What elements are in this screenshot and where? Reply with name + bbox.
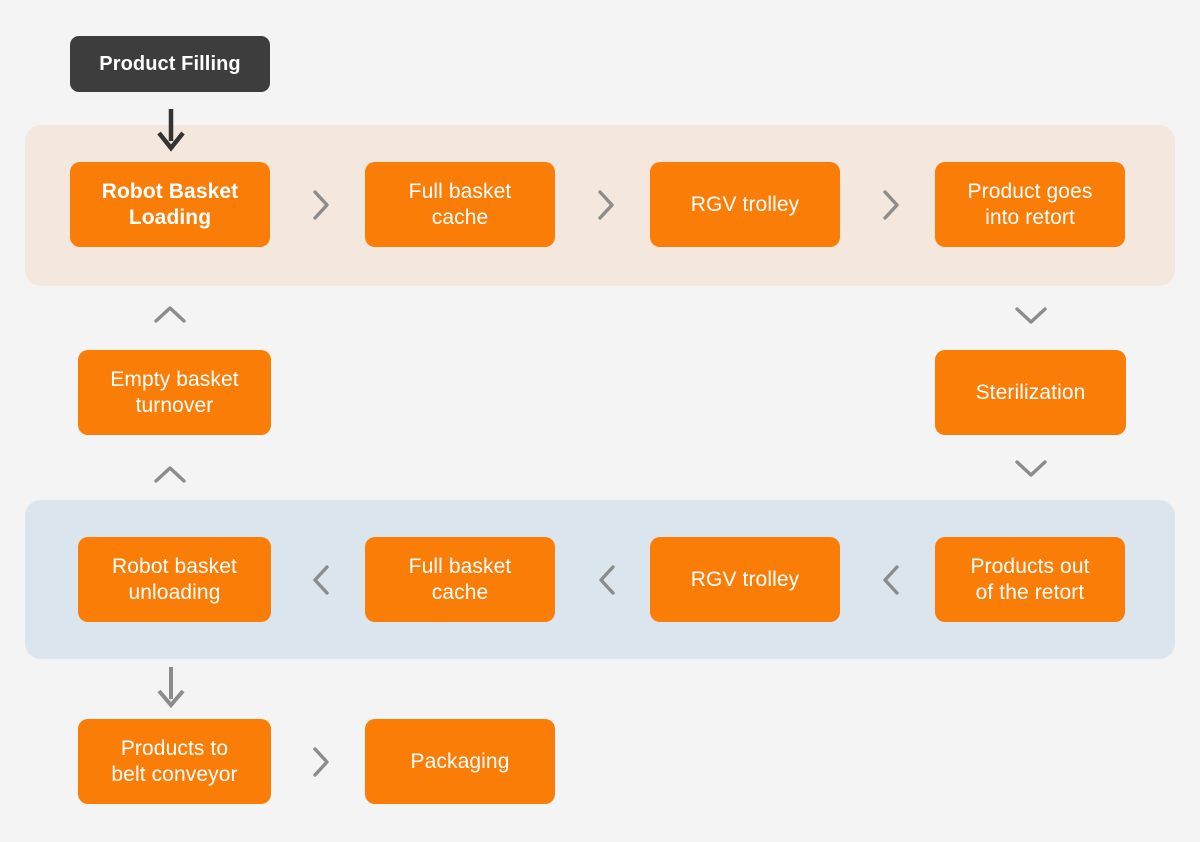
node-label-line: into retort [985, 205, 1075, 229]
node-label-line: RGV trolley [690, 567, 800, 591]
node-products-to-belt-conveyor[interactable]: Products to belt conveyor [78, 719, 271, 804]
node-label-line: Products out [970, 554, 1090, 578]
chevron-up-icon-lower [152, 462, 188, 488]
node-label-line: of the retort [975, 580, 1085, 604]
chevron-left-icon-r3-1 [308, 563, 334, 597]
node-label: RGV trolley [691, 192, 799, 218]
node-label: Empty basket turnover [110, 367, 238, 418]
chevron-up-icon-upper [152, 302, 188, 328]
node-product-goes-into-retort[interactable]: Product goes into retort [935, 162, 1125, 247]
node-label-line: belt conveyor [111, 762, 238, 786]
node-label-line: Full basket [408, 554, 512, 578]
node-label: Robot Basket Loading [102, 179, 239, 230]
node-full-basket-cache-inbound[interactable]: Full basket cache [365, 162, 555, 247]
node-label: Product goes into retort [968, 179, 1093, 230]
node-robot-basket-loading[interactable]: Robot Basket Loading [70, 162, 270, 247]
chevron-left-icon-r3-2 [594, 563, 620, 597]
node-robot-basket-unloading[interactable]: Robot basket unloading [78, 537, 271, 622]
node-rgv-trolley-outbound[interactable]: RGV trolley [650, 537, 840, 622]
node-label: Products to belt conveyor [111, 736, 237, 787]
node-full-basket-cache-outbound[interactable]: Full basket cache [365, 537, 555, 622]
node-product-filling[interactable]: Product Filling [70, 36, 270, 92]
node-label-line: unloading [128, 580, 221, 604]
node-label: Product Filling [99, 52, 241, 75]
chevron-down-icon-lower [1013, 455, 1049, 481]
arrow-down-icon-final [152, 665, 190, 710]
node-sterilization[interactable]: Sterilization [935, 350, 1126, 435]
node-label: Sterilization [976, 380, 1086, 406]
node-label-line: Packaging [410, 749, 510, 773]
node-label-line: Product goes [967, 179, 1093, 203]
node-label: Packaging [411, 749, 510, 775]
arrow-down-icon-start [152, 107, 190, 152]
node-products-out-of-the-retort[interactable]: Products out of the retort [935, 537, 1125, 622]
node-label-line: turnover [135, 393, 214, 417]
chevron-left-icon-r3-3 [878, 563, 904, 597]
node-label-line: cache [431, 205, 489, 229]
node-label: Full basket cache [409, 554, 512, 605]
node-label-line: Sterilization [975, 380, 1086, 404]
chevron-down-icon-upper [1013, 302, 1049, 328]
node-label-line: Empty basket [110, 367, 239, 391]
node-packaging[interactable]: Packaging [365, 719, 555, 804]
node-empty-basket-turnover[interactable]: Empty basket turnover [78, 350, 271, 435]
chevron-right-icon-r1-3 [878, 188, 904, 222]
node-label: Products out of the retort [970, 554, 1089, 605]
node-label-line: cache [431, 580, 489, 604]
chevron-right-icon-r1-2 [593, 188, 619, 222]
node-rgv-trolley-inbound[interactable]: RGV trolley [650, 162, 840, 247]
node-label-line: Loading [128, 205, 212, 229]
node-label-line: Robot Basket [101, 179, 239, 203]
chevron-right-icon-r1-1 [308, 188, 334, 222]
diagram-canvas: Product Filling Robot Basket Loading Ful… [0, 0, 1200, 842]
node-label-line: Full basket [408, 179, 512, 203]
node-label: RGV trolley [691, 567, 799, 593]
node-label: Full basket cache [409, 179, 512, 230]
chevron-right-icon-r4-1 [308, 745, 334, 779]
node-label-line: Robot basket [112, 554, 237, 578]
node-label: Robot basket unloading [112, 554, 237, 605]
node-label-line: RGV trolley [690, 192, 800, 216]
node-label-line: Products to [120, 736, 229, 760]
